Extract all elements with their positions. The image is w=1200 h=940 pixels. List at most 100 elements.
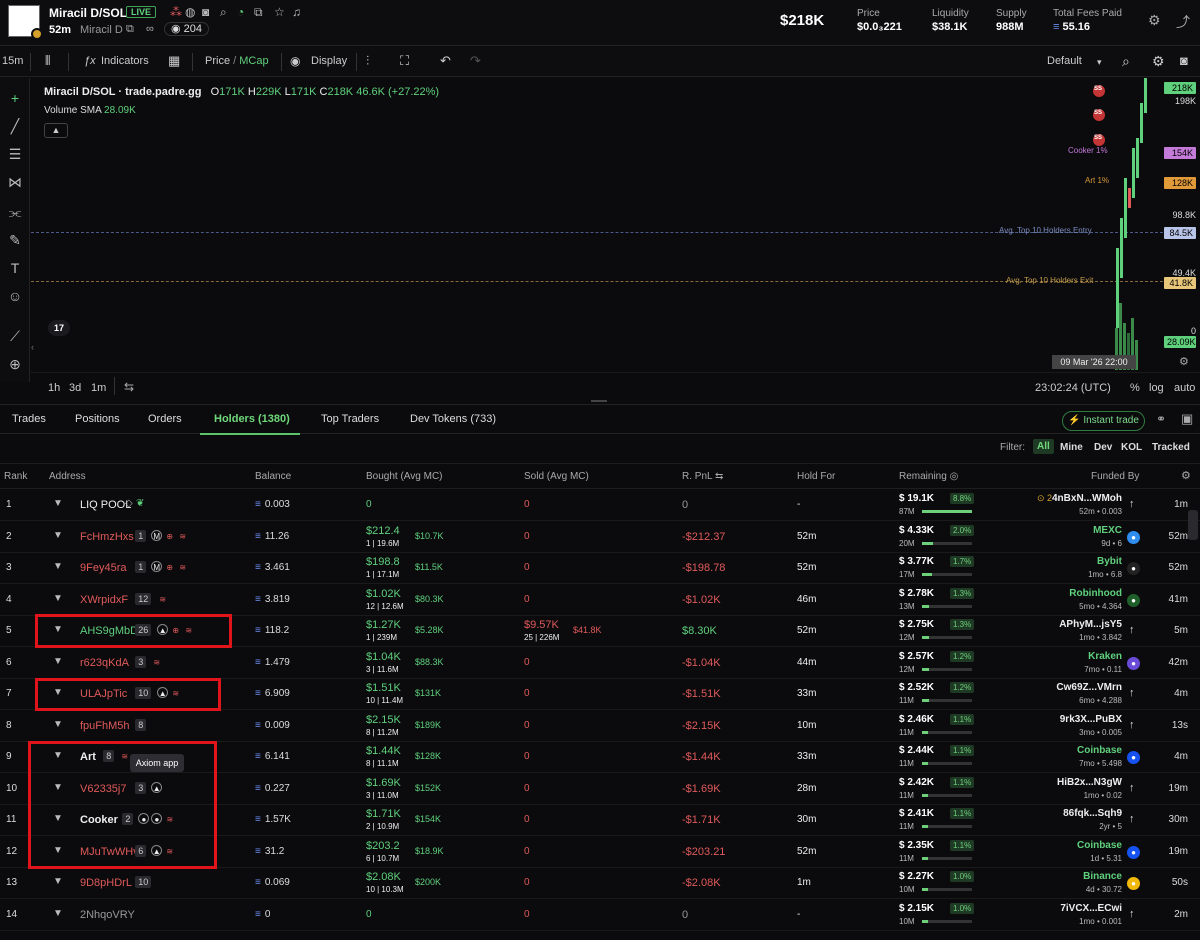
tab-dev-tokens[interactable]: Dev Tokens (733) — [410, 413, 496, 425]
filter-icon[interactable]: ▼ — [53, 561, 63, 572]
bundle-icon[interactable]: ≋ — [177, 561, 188, 572]
token-name[interactable]: Miracil D/SOL — [49, 6, 127, 20]
link-icon[interactable]: ∞ — [146, 23, 154, 35]
range-3d[interactable]: 3d — [69, 382, 81, 394]
token-symbol[interactable]: Miracil D — [80, 24, 123, 36]
table-row[interactable]: 1 ▼ LIQ POOL ◇ ❦ ≡ 0.003 0 0 0 - $ 19.1K 87M 8.8% ⊙ 24… — [0, 490, 1200, 521]
funded-by[interactable]: Bybit — [1097, 556, 1122, 567]
arrow-up-icon[interactable]: ↑ — [1129, 813, 1135, 825]
date-range-icon[interactable]: ⇆ — [124, 380, 134, 394]
crosshair-icon[interactable]: + — [6, 90, 24, 106]
link-icon[interactable]: ⚭ — [1156, 412, 1166, 426]
funded-by[interactable]: Binance — [1083, 871, 1122, 882]
resize-handle[interactable] — [591, 400, 607, 402]
collapse-toolbar-icon[interactable]: ‹ — [31, 342, 34, 352]
candles-icon[interactable]: ⫴ — [45, 53, 50, 69]
holder-address[interactable]: 2NhqoVRY — [80, 909, 135, 921]
table-row[interactable]: 4 ▼ XWrpidxF 12 ≋ ≡ 3.819 $1.02K 12 | 12.6M $80.3… — [0, 585, 1200, 616]
filter-icon[interactable]: ▼ — [53, 530, 63, 541]
sniper-icon[interactable]: ⊕ — [164, 561, 175, 572]
emoji-icon[interactable]: ☺ — [6, 288, 24, 304]
text-icon[interactable]: T — [6, 260, 24, 276]
table-row[interactable]: 13 ▼ 9D8pHDrL 10 ≡ 0.069 $2.08K 10 | 10.3M $200K… — [0, 868, 1200, 899]
globe-icon[interactable]: ◍ — [185, 5, 195, 19]
filter-kol[interactable]: KOL — [1121, 442, 1142, 453]
undo-icon[interactable]: ↶ — [440, 53, 451, 69]
auto-toggle[interactable]: auto — [1174, 382, 1195, 394]
filter-icon[interactable]: ▼ — [53, 719, 63, 730]
holder-address[interactable]: 9Fey45ra — [80, 562, 126, 574]
adjust-icon[interactable]: ⫶ — [366, 53, 369, 69]
maker-icon[interactable]: M — [151, 561, 163, 572]
camera-icon[interactable]: ◙ — [1180, 53, 1188, 68]
fullscreen-icon[interactable]: ⛶ — [400, 53, 409, 69]
table-row[interactable]: 6 ▼ r623qKdA 3 ≋ ≡ 1.479 $1.04K 3 | 11.6M $88.3K 0… — [0, 648, 1200, 679]
arrow-up-icon[interactable]: ↑ — [1129, 782, 1135, 794]
panel-icon[interactable]: ▣ — [1181, 411, 1193, 427]
projection-icon[interactable]: ⫘ — [6, 204, 24, 220]
bundle-icon[interactable]: ≋ — [151, 656, 162, 667]
copy-address-icon[interactable]: ⧉ — [126, 23, 134, 36]
ruler-icon[interactable]: ⟋ — [6, 328, 24, 344]
pattern-icon[interactable]: ⋈ — [6, 174, 24, 190]
settings-icon[interactable]: ⚙ — [1152, 53, 1165, 70]
funded-by[interactable]: Kraken — [1088, 651, 1122, 662]
brush-icon[interactable]: ✎ — [6, 232, 24, 248]
col-sold[interactable]: Sold (Avg MC) — [524, 471, 589, 482]
search-icon[interactable]: ⌕ — [1122, 53, 1130, 70]
funded-by[interactable]: Coinbase — [1077, 745, 1122, 756]
price-chart[interactable]: Miracil D/SOL · trade.padre.gg O171K H22… — [31, 78, 1163, 371]
copy-icon[interactable]: ⧉ — [254, 5, 263, 20]
sniper-icon[interactable]: ⊕ — [164, 530, 175, 541]
funded-by[interactable]: Cw69Z...VMrn — [1056, 682, 1122, 693]
mcap-toggle[interactable]: MCap — [239, 55, 268, 67]
filter-icon[interactable]: ▼ — [53, 876, 63, 887]
bell-icon[interactable]: ♫ — [292, 5, 301, 19]
col-pnl[interactable]: R. PnL ⇆ — [682, 471, 723, 482]
eye-icon[interactable]: ◉ — [290, 54, 300, 68]
holder-address[interactable]: r623qKdA — [80, 657, 129, 669]
trendline-icon[interactable]: ╱ — [6, 118, 24, 134]
display-button[interactable]: Display — [311, 55, 347, 67]
funded-by[interactable]: MEXC — [1093, 525, 1122, 536]
fx-icon[interactable]: ƒx — [84, 55, 96, 67]
col-address[interactable]: Address — [49, 471, 86, 482]
holder-address[interactable]: 9D8pHDrL — [80, 877, 132, 889]
bundle-icon[interactable]: ≋ — [157, 593, 168, 604]
interval-select[interactable]: 15m — [2, 55, 23, 67]
col-remaining[interactable]: Remaining ◎ — [899, 471, 958, 482]
table-settings-icon[interactable]: ⚙ — [1181, 469, 1191, 482]
funded-by[interactable]: 7iVCX...ECwi — [1060, 903, 1122, 914]
price-mcap-toggle[interactable]: Price / MCap — [205, 55, 269, 67]
table-row[interactable]: 14 ▼ 2NhqoVRY ≡ 0 0 0 0- $ 2.15K 10M 1.0% 7iVCX...E… — [0, 900, 1200, 931]
tab-orders[interactable]: Orders — [148, 413, 182, 425]
pump-icon[interactable]: ◔ — [237, 5, 244, 19]
arrow-up-icon[interactable]: ↑ — [1129, 719, 1135, 731]
col-hold-for[interactable]: Hold For — [797, 471, 835, 482]
log-toggle[interactable]: log — [1149, 382, 1164, 394]
col-rank[interactable]: Rank — [4, 471, 27, 482]
utc-clock[interactable]: 23:02:24 (UTC) — [1035, 382, 1111, 394]
tab-positions[interactable]: Positions — [75, 413, 120, 425]
filter-all[interactable]: All — [1033, 439, 1054, 454]
swap-icon[interactable]: ⇆ — [715, 471, 723, 482]
filter-icon[interactable]: ▼ — [53, 498, 63, 509]
search-icon[interactable]: ⌕ — [220, 5, 227, 20]
filter-icon[interactable]: ▼ — [53, 656, 63, 667]
maker-icon[interactable]: M — [151, 529, 163, 541]
settings-icon[interactable]: ⚙ — [1148, 12, 1161, 29]
filter-icon[interactable]: ▼ — [53, 908, 63, 919]
bundle-icon[interactable]: ≋ — [177, 530, 188, 541]
col-bought[interactable]: Bought (Avg MC) — [366, 471, 443, 482]
funded-by[interactable]: Coinbase — [1077, 840, 1122, 851]
tab-top-traders[interactable]: Top Traders — [321, 413, 379, 425]
zoom-icon[interactable]: ⊕ — [6, 356, 24, 372]
indicators-button[interactable]: Indicators — [101, 55, 149, 67]
arrow-up-icon[interactable]: ↑ — [1129, 687, 1135, 699]
funded-by[interactable]: Robinhood — [1069, 588, 1122, 599]
chevron-down-icon[interactable]: ▾ — [1097, 57, 1102, 68]
funded-by[interactable]: 4nBxN...WMoh — [1052, 493, 1122, 504]
scrollbar[interactable] — [1188, 510, 1198, 540]
filter-icon[interactable]: ▼ — [53, 593, 63, 604]
instant-trade-button[interactable]: ⚡ Instant trade — [1062, 411, 1145, 431]
